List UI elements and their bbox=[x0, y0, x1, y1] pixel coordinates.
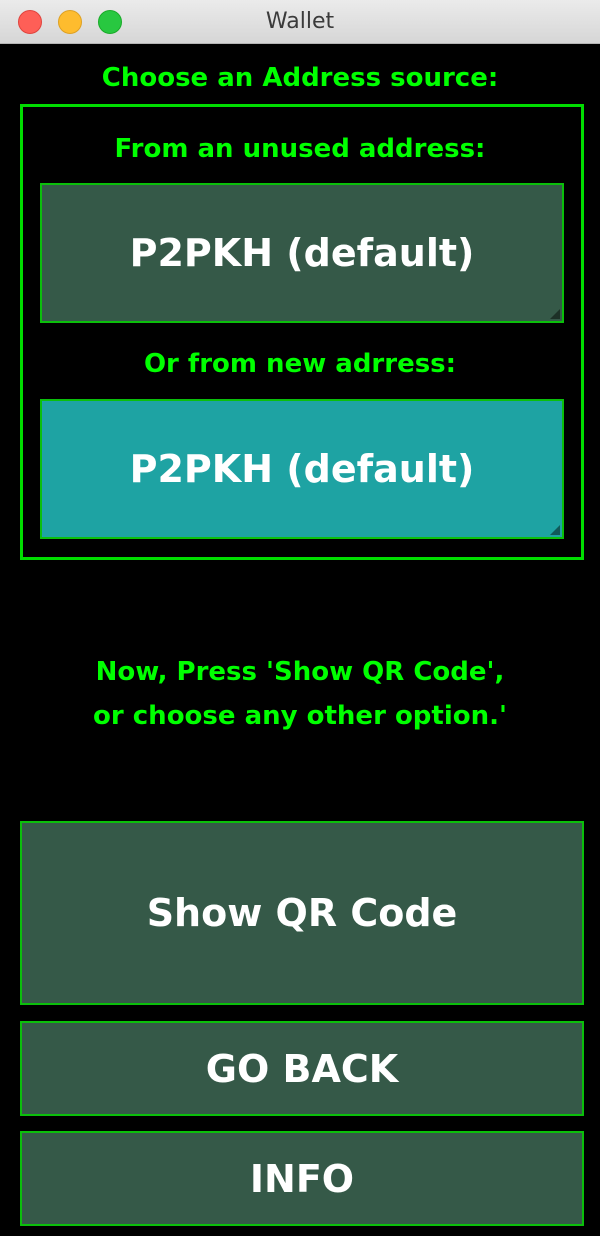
info-button[interactable]: INFO bbox=[20, 1131, 584, 1226]
wallet-window: Wallet Choose an Address source: From an… bbox=[0, 0, 600, 1236]
new-address-label: Or from new adrress: bbox=[143, 349, 457, 379]
show-qr-code-label: Show QR Code bbox=[146, 891, 458, 935]
new-p2pkh-button[interactable]: P2PKH (default) bbox=[40, 399, 564, 539]
go-back-button[interactable]: GO BACK bbox=[20, 1021, 584, 1116]
info-label: INFO bbox=[249, 1156, 355, 1201]
go-back-label: GO BACK bbox=[205, 1046, 399, 1091]
new-p2pkh-button-label: P2PKH (default) bbox=[129, 447, 475, 491]
unused-p2pkh-button-label: P2PKH (default) bbox=[129, 231, 475, 275]
instructions-line-2: or choose any other option.' bbox=[93, 701, 507, 731]
resize-corner-icon bbox=[550, 309, 560, 319]
resize-corner-icon bbox=[550, 525, 560, 535]
instructions-text: Now, Press 'Show QR Code', or choose any… bbox=[0, 650, 600, 740]
show-qr-code-button[interactable]: Show QR Code bbox=[20, 821, 584, 1005]
unused-address-label: From an unused address: bbox=[114, 134, 486, 164]
instructions-line-1: Now, Press 'Show QR Code', bbox=[95, 657, 505, 687]
window-title: Wallet bbox=[265, 9, 335, 34]
address-source-heading: Choose an Address source: bbox=[101, 63, 499, 93]
title-bar: Wallet bbox=[0, 0, 600, 44]
unused-p2pkh-button[interactable]: P2PKH (default) bbox=[40, 183, 564, 323]
